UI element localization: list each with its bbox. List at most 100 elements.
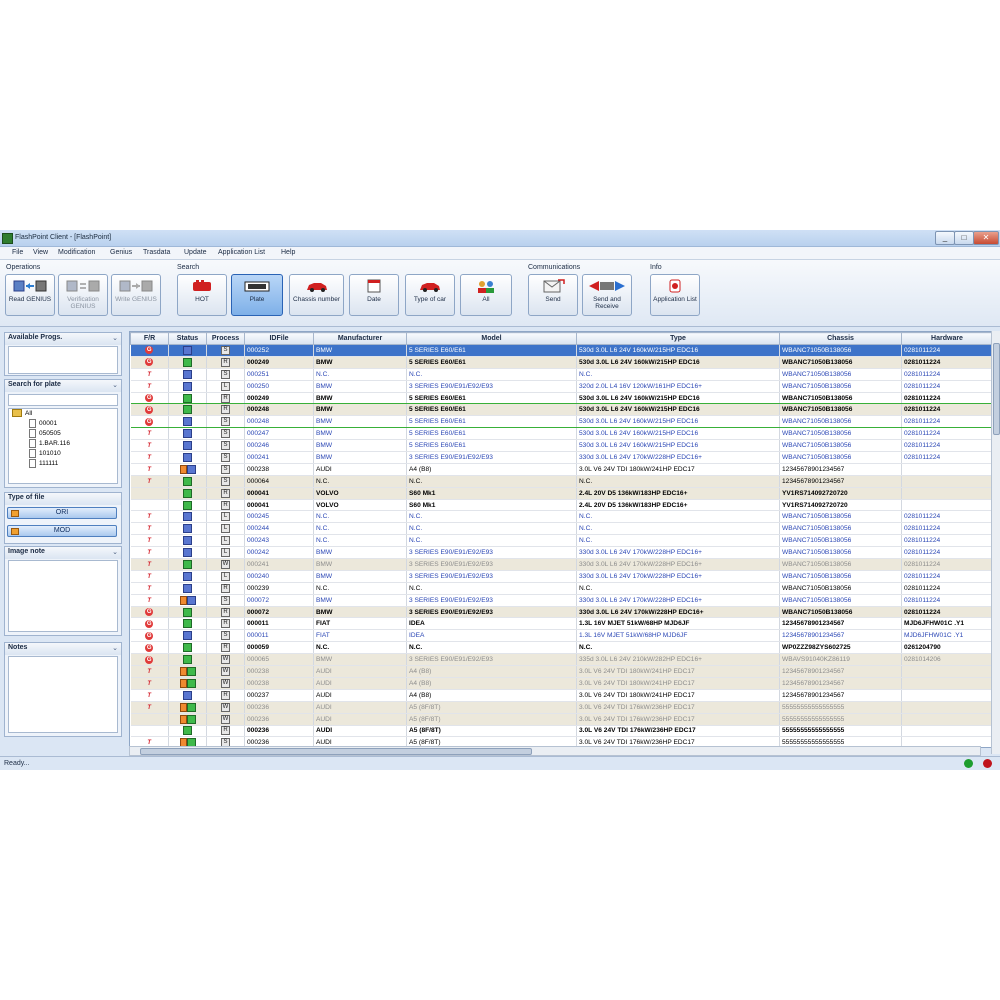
table-row[interactable]: T L 000245 N.C. N.C. N.C. WBANC71050B138056 028… <box>130 510 992 524</box>
scroll-thumb[interactable] <box>993 343 1000 435</box>
table-row[interactable]: R 000236 AUDI A5 (8F/8T) 3.0L V6 24V TDI 176… <box>130 725 992 738</box>
table-row[interactable]: T L 000240 BMW 3 SERIES E90/E91/E92/E93 330d … <box>130 570 992 583</box>
table-row[interactable]: T S 000064 N.C. N.C. N.C. 12345678901234567 <box>130 475 992 488</box>
table-row[interactable]: G R 000249 BMW 5 SERIES E60/E61 530d 3.0L L6 … <box>130 356 992 369</box>
menu-file[interactable]: File <box>12 249 23 256</box>
all-button[interactable]: All <box>460 274 512 316</box>
type-cell: 530d 3.0L L6 24V 160kW/215HP EDC16 <box>576 439 780 453</box>
table-row[interactable]: T S 000247 BMW 5 SERIES E60/E61 530d 3.0L L6 … <box>130 427 992 441</box>
tree-node[interactable]: 101010 <box>9 449 117 459</box>
table-row[interactable]: T R 000239 N.C. N.C. N.C. WBANC71050B138056 028… <box>130 582 992 595</box>
type-of-car-button[interactable]: Type of car <box>405 274 455 316</box>
tree-node[interactable]: 111111 <box>9 459 117 469</box>
table-row[interactable]: W 000236 AUDI A5 (8F/8T) 3.0L V6 24V TDI 176… <box>130 713 992 726</box>
table-row[interactable]: G S 000252 BMW 5 SERIES E60/E61 530d 3.0L L6 … <box>130 344 992 357</box>
horizontal-scrollbar[interactable] <box>129 746 981 756</box>
send-button[interactable]: Send <box>528 274 578 316</box>
tree-node-all[interactable]: All <box>9 409 117 419</box>
chassis-number-button[interactable]: Chassis number <box>289 274 344 316</box>
send-and-receive-button[interactable]: Send and Receive <box>582 274 632 316</box>
col-type[interactable]: Type <box>576 332 780 345</box>
hot-button[interactable]: HOT <box>177 274 227 316</box>
table-row[interactable]: G R 000072 BMW 3 SERIES E90/E91/E92/E93 330d … <box>130 606 992 619</box>
menu-help[interactable]: Help <box>281 249 295 256</box>
col-model[interactable]: Model <box>406 332 577 345</box>
table-row[interactable]: G R 000059 N.C. N.C. N.C. WP0ZZZ98ZYS602725 026… <box>130 641 992 655</box>
close-button[interactable]: ✕ <box>973 231 999 245</box>
application-list-button[interactable]: Application List <box>650 274 700 316</box>
col-status[interactable]: Status <box>168 332 207 345</box>
model-cell: N.C. <box>406 475 577 488</box>
fr-cell: T <box>130 701 169 714</box>
table-row[interactable]: T S 000246 BMW 5 SERIES E60/E61 530d 3.0L L6 … <box>130 439 992 453</box>
menu-application-list[interactable]: Application List <box>218 249 265 256</box>
table-row[interactable]: T S 000241 BMW 3 SERIES E90/E91/E92/E93 330d … <box>130 451 992 464</box>
tree-node[interactable]: 1.BAR.116 <box>9 439 117 449</box>
scroll-thumb[interactable] <box>140 748 532 755</box>
table-row[interactable]: T W 000238 AUDI A4 (B8) 3.0L V6 24V TDI 180kW… <box>130 677 992 690</box>
menu-view[interactable]: View <box>33 249 48 256</box>
status-cell <box>168 534 207 548</box>
col-manufacturer[interactable]: Manufacturer <box>313 332 407 345</box>
date-button[interactable]: Date <box>349 274 399 316</box>
idfile-cell: 000237 <box>244 689 314 702</box>
table-row[interactable]: T L 000244 N.C. N.C. N.C. WBANC71050B138056 028… <box>130 522 992 536</box>
table-row[interactable]: G W 000065 BMW 3 SERIES E90/E91/E92/E93 335d … <box>130 653 992 667</box>
table-row[interactable]: T W 000236 AUDI A5 (8F/8T) 3.0L V6 24V TDI 17… <box>130 701 992 714</box>
image-note-area[interactable] <box>8 560 118 632</box>
idfile-cell: 000249 <box>244 391 314 405</box>
idfile-cell: 000238 <box>244 677 314 690</box>
hardware-cell <box>901 689 992 702</box>
col-fr[interactable]: F/R <box>130 332 169 345</box>
table-row[interactable]: G S 000011 FIAT IDEA 1.3L 16V MJET 51kW/68HP … <box>130 629 992 643</box>
table-row[interactable]: T L 000243 N.C. N.C. N.C. WBANC71050B138056 028… <box>130 534 992 548</box>
menu-update[interactable]: Update <box>184 249 207 256</box>
table-row[interactable]: T S 000251 N.C. N.C. N.C. WBANC71050B138056 028… <box>130 368 992 381</box>
col-chassis[interactable]: Chassis <box>779 332 902 345</box>
vertical-scrollbar[interactable] <box>991 331 1000 754</box>
table-row[interactable]: T R 000237 AUDI A4 (B8) 3.0L V6 24V TDI 180kW… <box>130 689 992 702</box>
plate-search-input[interactable] <box>8 394 118 406</box>
table-row[interactable]: T S 000072 BMW 3 SERIES E90/E91/E92/E93 330d … <box>130 594 992 607</box>
col-process[interactable]: Process <box>206 332 245 345</box>
notes-textarea[interactable] <box>8 656 118 733</box>
table-row[interactable]: T W 000241 BMW 3 SERIES E90/E91/E92/E93 330d … <box>130 558 992 571</box>
table-row[interactable]: G S 000248 BMW 5 SERIES E60/E61 530d 3.0L L6 … <box>130 415 992 429</box>
verification-genius-button[interactable]: Verification GENIUS <box>58 274 108 316</box>
table-row[interactable]: G R 000249 BMW 5 SERIES E60/E61 530d 3.0L L6 … <box>130 391 992 405</box>
table-row[interactable]: T L 000242 BMW 3 SERIES E90/E91/E92/E93 330d … <box>130 546 992 560</box>
plate-button[interactable]: Plate <box>231 274 283 316</box>
write-genius-button[interactable]: Write GENIUS <box>111 274 161 316</box>
status-bar: Ready... <box>0 756 1000 770</box>
hardware-cell: 0281011224 <box>901 534 992 548</box>
tree-node[interactable]: 050505 <box>9 429 117 439</box>
menu-genius[interactable]: Genius <box>110 249 132 256</box>
table-row[interactable]: T L 000250 BMW 3 SERIES E90/E91/E92/E93 320d … <box>130 380 992 393</box>
read-genius-button[interactable]: Read GENIUS <box>5 274 55 316</box>
table-row[interactable]: R 000041 VOLVO S60 Mk1 2.4L 20V D5 136kW/183… <box>130 499 992 512</box>
collapse-chevron-icon[interactable]: ⌄ <box>112 548 118 556</box>
status-cell <box>168 510 207 524</box>
type-cell: 530d 3.0L L6 24V 160kW/215HP EDC16 <box>576 427 780 441</box>
ori-button[interactable]: ORI <box>7 507 117 519</box>
available-progs-list[interactable] <box>8 346 118 374</box>
collapse-chevron-icon[interactable]: ⌄ <box>112 334 118 342</box>
tree-node[interactable]: 00001 <box>9 419 117 429</box>
mod-button[interactable]: MOD <box>7 525 117 537</box>
collapse-chevron-icon[interactable]: ⌄ <box>112 644 118 652</box>
table-row[interactable]: R 000041 VOLVO S60 Mk1 2.4L 20V D5 136kW/183… <box>130 487 992 500</box>
col-idfile[interactable]: IDFile <box>244 332 314 345</box>
table-row[interactable]: T S 000238 AUDI A4 (B8) 3.0L V6 24V TDI 180kW… <box>130 463 992 476</box>
hardware-cell <box>901 677 992 690</box>
table-row[interactable]: G R 000011 FIAT IDEA 1.3L 16V MJET 51kW/68HP … <box>130 617 992 631</box>
minimize-button[interactable]: _ <box>935 231 955 245</box>
table-row[interactable]: G R 000248 BMW 5 SERIES E60/E61 530d 3.0L L6 … <box>130 403 992 417</box>
maximize-button[interactable]: □ <box>954 231 974 245</box>
menu-trasdata[interactable]: Trasdata <box>143 249 170 256</box>
group-info-label: Info <box>650 264 662 271</box>
table-row[interactable]: T W 000238 AUDI A4 (B8) 3.0L V6 24V TDI 180kW… <box>130 665 992 678</box>
status-cell <box>168 403 207 417</box>
col-hardware[interactable]: Hardware <box>901 332 992 345</box>
collapse-chevron-icon[interactable]: ⌄ <box>112 381 118 389</box>
menu-modification[interactable]: Modification <box>58 249 95 256</box>
